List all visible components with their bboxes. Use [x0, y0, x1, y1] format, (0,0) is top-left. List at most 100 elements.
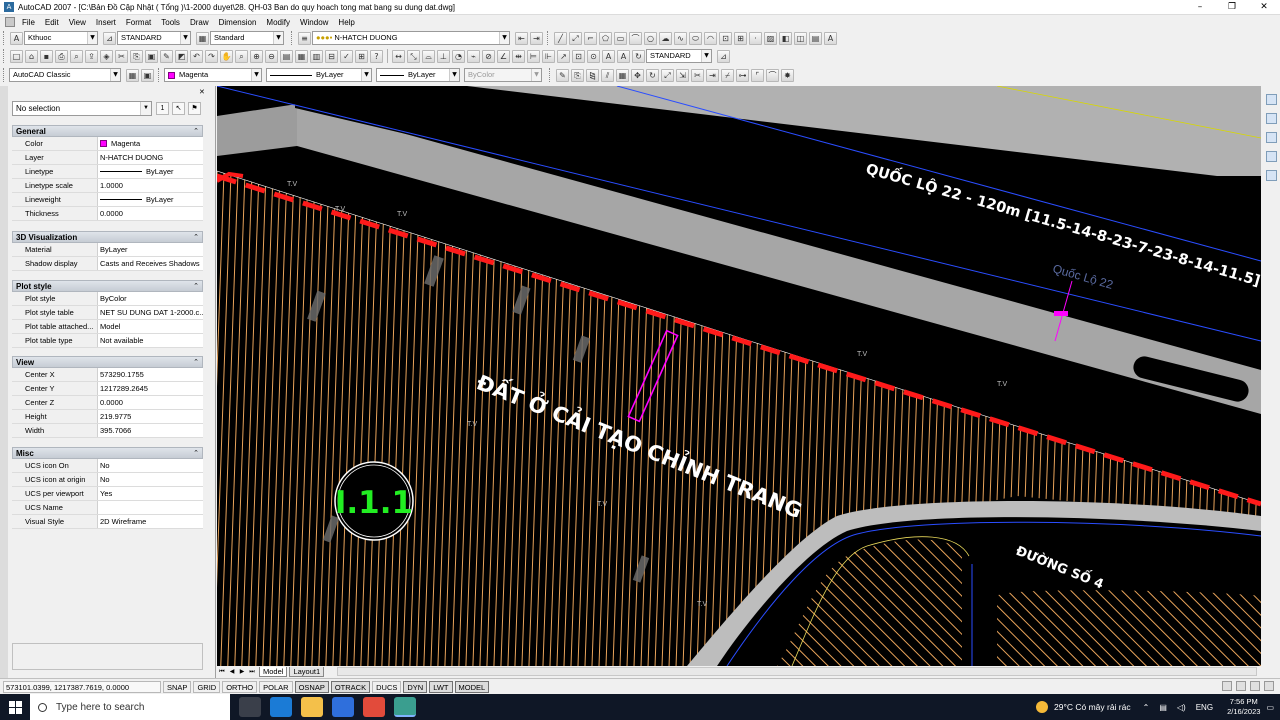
prop-row-plot-style-table[interactable]: Plot style table NET SU DUNG DAT 1-2000.c… — [12, 306, 203, 320]
prop-row-plot-table-type[interactable]: Plot table type Not available — [12, 334, 203, 348]
menu-tools[interactable]: Tools — [156, 18, 185, 27]
break-icon[interactable]: ⌿ — [721, 68, 734, 82]
dimstyle-select[interactable]: Kthuoc ▼ — [24, 31, 98, 45]
plot-preview-icon[interactable]: ⌕ — [70, 49, 83, 63]
undo-icon[interactable]: ↶ — [190, 49, 203, 63]
aligned-dim-icon[interactable]: ⤡ — [407, 49, 420, 63]
dimension-style-select[interactable]: STANDARD ▼ — [646, 49, 712, 63]
leader-icon[interactable]: ↗ — [557, 49, 570, 63]
palette-icon[interactable] — [1266, 113, 1277, 124]
model-toggle[interactable]: MODEL — [454, 680, 490, 693]
prev-tab-icon[interactable]: ◀ — [227, 668, 237, 675]
prop-row-ucs-icon-origin[interactable]: UCS icon at origin No — [12, 473, 203, 487]
menu-format[interactable]: Format — [121, 18, 156, 27]
linetype-select[interactable]: ByLayer ▼ — [266, 68, 372, 82]
revcloud-icon[interactable]: ☁ — [659, 31, 672, 45]
tolerance-icon[interactable]: ⊡ — [572, 49, 585, 63]
file-explorer-icon[interactable] — [301, 697, 323, 717]
lwt-toggle[interactable]: LWT — [429, 680, 453, 693]
zoom-previous-icon[interactable]: ⊖ — [265, 49, 278, 63]
language-indicator[interactable]: ENG — [1196, 703, 1213, 712]
dim-edit-icon[interactable]: A — [602, 49, 615, 63]
offset-icon[interactable]: ⫽ — [601, 68, 614, 82]
workspace-settings-icon[interactable]: ▦ — [126, 68, 139, 82]
baseline-dim-icon[interactable]: ⊨ — [527, 49, 540, 63]
textstyle-select[interactable]: STANDARD ▼ — [117, 31, 191, 45]
prop-row-ucs-icon-on[interactable]: UCS icon On No — [12, 459, 203, 473]
plot-icon[interactable]: ⎙ — [55, 49, 68, 63]
collapse-icon[interactable]: ⌃ — [193, 281, 199, 292]
select-objects-icon[interactable]: ↖ — [172, 102, 185, 115]
diameter-dim-icon[interactable]: ⊘ — [482, 49, 495, 63]
palette-icon[interactable] — [1266, 170, 1277, 181]
polygon-icon[interactable]: ⬠ — [599, 31, 612, 45]
prop-row-ucs-per-viewport[interactable]: UCS per viewport Yes — [12, 487, 203, 501]
section-header[interactable]: View ⌃ — [12, 356, 203, 368]
network-icon[interactable]: ▤ — [1159, 703, 1167, 712]
markup-icon[interactable]: ✓ — [340, 49, 353, 63]
quick-dim-icon[interactable]: ⇹ — [512, 49, 525, 63]
chrome-icon[interactable] — [363, 697, 385, 717]
prop-row-width[interactable]: Width 395.7066 — [12, 424, 203, 438]
lineweight-select[interactable]: ByLayer ▼ — [376, 68, 460, 82]
center-mark-icon[interactable]: ⊙ — [587, 49, 600, 63]
prop-row-center-z[interactable]: Center Z 0.0000 — [12, 396, 203, 410]
copy-icon[interactable]: ⎘ — [130, 49, 143, 63]
section-header[interactable]: Misc ⌃ — [12, 447, 203, 459]
color-select[interactable]: Magenta ▼ — [164, 68, 262, 82]
new-file-icon[interactable]: □ — [10, 49, 23, 63]
ordinate-dim-icon[interactable]: ⊥ — [437, 49, 450, 63]
zoom-realtime-icon[interactable]: ⌕ — [235, 49, 248, 63]
prop-row-linetype-scale[interactable]: Linetype scale 1.0000 — [12, 179, 203, 193]
join-icon[interactable]: ⊶ — [736, 68, 749, 82]
weather-widget[interactable]: 29°C Có mây rải rác — [1036, 701, 1131, 713]
quick-select-icon[interactable]: ⚑ — [188, 102, 201, 115]
radius-dim-icon[interactable]: ◔ — [452, 49, 465, 63]
grid-toggle[interactable]: GRID — [193, 680, 221, 693]
linear-dim-icon[interactable]: ↔ — [392, 49, 405, 63]
line-icon[interactable]: ╱ — [554, 31, 567, 45]
polar-toggle[interactable]: POLAR — [259, 680, 293, 693]
gradient-icon[interactable]: ◧ — [779, 31, 792, 45]
toolbar-grip[interactable] — [291, 31, 294, 45]
prop-row-lineweight[interactable]: Lineweight ByLayer — [12, 193, 203, 207]
prop-row-material[interactable]: Material ByLayer — [12, 243, 203, 257]
communication-center-icon[interactable] — [1222, 681, 1232, 691]
menu-insert[interactable]: Insert — [91, 18, 121, 27]
toolbar-grip[interactable] — [3, 68, 6, 82]
spline-icon[interactable]: ∿ — [674, 31, 687, 45]
help-icon[interactable]: ? — [370, 49, 383, 63]
fillet-icon[interactable]: ⌒ — [766, 68, 779, 82]
workspace-save-icon[interactable]: ▣ — [141, 68, 154, 82]
close-icon[interactable]: ✕ — [1248, 0, 1280, 15]
prop-row-center-y[interactable]: Center Y 1217289.2645 — [12, 382, 203, 396]
prop-row-ucs-name[interactable]: UCS Name — [12, 501, 203, 515]
toolbar-grip[interactable] — [158, 68, 161, 82]
palette-title-strip[interactable] — [0, 86, 8, 678]
toolbar-grip[interactable] — [547, 31, 550, 45]
dim-update-icon[interactable]: ↻ — [632, 49, 645, 63]
palette-close-icon[interactable]: ✕ — [199, 88, 205, 96]
prop-row-layer[interactable]: Layer N-HATCH DUONG — [12, 151, 203, 165]
notification-icon[interactable]: ▭ — [1266, 703, 1274, 712]
autocad-taskbar-icon[interactable] — [394, 697, 416, 717]
erase-icon[interactable]: ✎ — [556, 68, 569, 82]
publish-icon[interactable]: ⇪ — [85, 49, 98, 63]
make-block-icon[interactable]: ⊞ — [734, 31, 747, 45]
extend-icon[interactable]: ⇥ — [706, 68, 719, 82]
section-header[interactable]: General ⌃ — [12, 125, 203, 137]
menu-modify[interactable]: Modify — [261, 18, 295, 27]
dimstyle-icon[interactable]: A — [10, 31, 23, 45]
coordinate-readout[interactable]: 573101.0399, 1217387.7619, 0.0000 — [3, 680, 161, 693]
toolbar-grip[interactable] — [3, 31, 6, 45]
layer-previous-icon[interactable]: ⇤ — [515, 31, 528, 45]
jogged-dim-icon[interactable]: ⌁ — [467, 49, 480, 63]
menu-edit[interactable]: Edit — [40, 18, 64, 27]
copy-object-icon[interactable]: ⎘ — [571, 68, 584, 82]
prop-row-linetype[interactable]: Linetype ByLayer — [12, 165, 203, 179]
ellipse-arc-icon[interactable]: ◠ — [704, 31, 717, 45]
ellipse-icon[interactable]: ⬭ — [689, 31, 702, 45]
section-header[interactable]: Plot style ⌃ — [12, 280, 203, 292]
rotate-icon[interactable]: ↻ — [646, 68, 659, 82]
design-center-icon[interactable]: ▦ — [295, 49, 308, 63]
